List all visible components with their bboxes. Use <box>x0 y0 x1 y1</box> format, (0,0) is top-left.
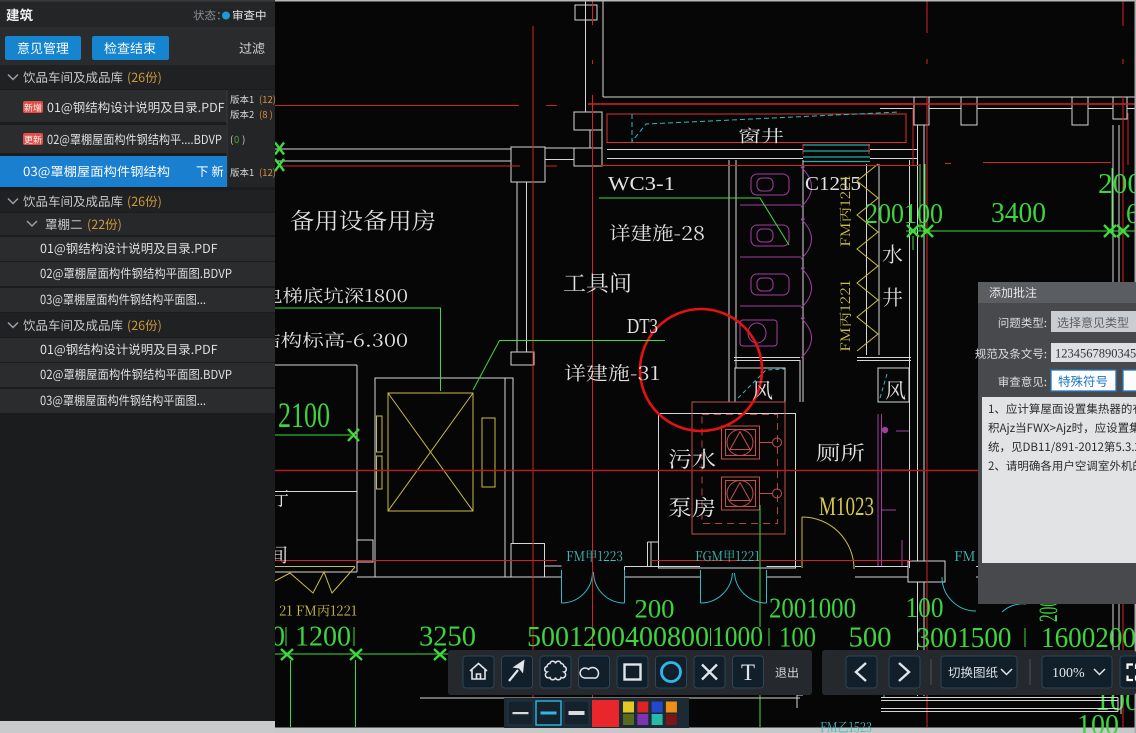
svg-text:100%: 100% <box>1052 666 1085 681</box>
svg-text:100: 100 <box>906 592 944 624</box>
svg-text:2100: 2100 <box>278 395 330 435</box>
svg-text:T: T <box>741 660 755 685</box>
svg-text:5001200400800: 5001200400800 <box>527 621 709 653</box>
svg-text:100: 100 <box>1077 709 1119 733</box>
svg-text:DT3: DT3 <box>627 314 658 338</box>
svg-text:1234567890345: 1234567890345 <box>1055 347 1136 361</box>
svg-text:M1023: M1023 <box>819 492 874 521</box>
svg-text:1200: 1200 <box>295 622 351 653</box>
svg-text:1600200: 1600200 <box>1041 622 1136 654</box>
svg-text:2001000: 2001000 <box>769 593 856 625</box>
svg-text:1000: 1000 <box>712 621 763 653</box>
svg-text:200100: 200100 <box>865 198 943 230</box>
svg-text:100: 100 <box>779 622 816 654</box>
svg-text:WC3-1: WC3-1 <box>608 173 675 195</box>
svg-text:500: 500 <box>849 622 892 654</box>
svg-text:3250: 3250 <box>419 622 476 653</box>
svg-text:200: 200 <box>1098 168 1136 200</box>
svg-text:3400: 3400 <box>991 197 1046 229</box>
svg-text:C1215: C1215 <box>805 173 861 195</box>
svg-text:200: 200 <box>635 595 675 624</box>
svg-text:3001500: 3001500 <box>917 622 1012 654</box>
